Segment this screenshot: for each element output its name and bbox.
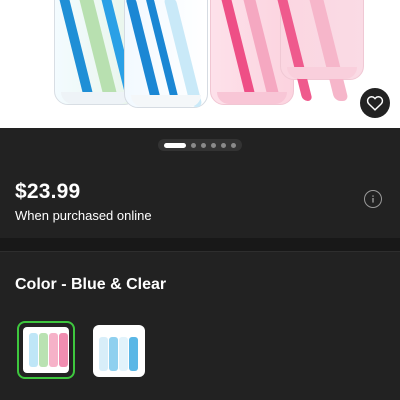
pager-dots[interactable]: [158, 139, 242, 151]
color-option-blue-clear[interactable]: [93, 325, 145, 377]
pager-dot[interactable]: [231, 142, 236, 148]
price-note: When purchased online: [15, 208, 152, 223]
product-image[interactable]: [0, 0, 400, 128]
image-carousel-pager: [0, 138, 400, 152]
color-option-multicolor[interactable]: [17, 321, 75, 379]
color-section: Color - Blue & Clear: [0, 253, 400, 400]
swatch-image: [23, 327, 69, 373]
price-section: $23.99 When purchased online: [0, 152, 400, 238]
info-icon: [372, 195, 374, 203]
heart-icon: [366, 96, 384, 111]
color-label: Color - Blue & Clear: [15, 276, 167, 293]
pager-dot-active[interactable]: [164, 142, 186, 148]
favorite-button[interactable]: [360, 88, 390, 118]
price-info-button[interactable]: [364, 190, 382, 208]
bottle-image-pink-2: [275, 0, 364, 101]
section-divider: [0, 238, 400, 252]
pager-dot[interactable]: [191, 142, 196, 148]
pager-dot[interactable]: [221, 142, 226, 148]
price: $23.99: [15, 180, 81, 203]
bottle-image-clear-blue: [124, 0, 208, 108]
pager-dot[interactable]: [201, 142, 206, 148]
pager-dot[interactable]: [211, 142, 216, 148]
